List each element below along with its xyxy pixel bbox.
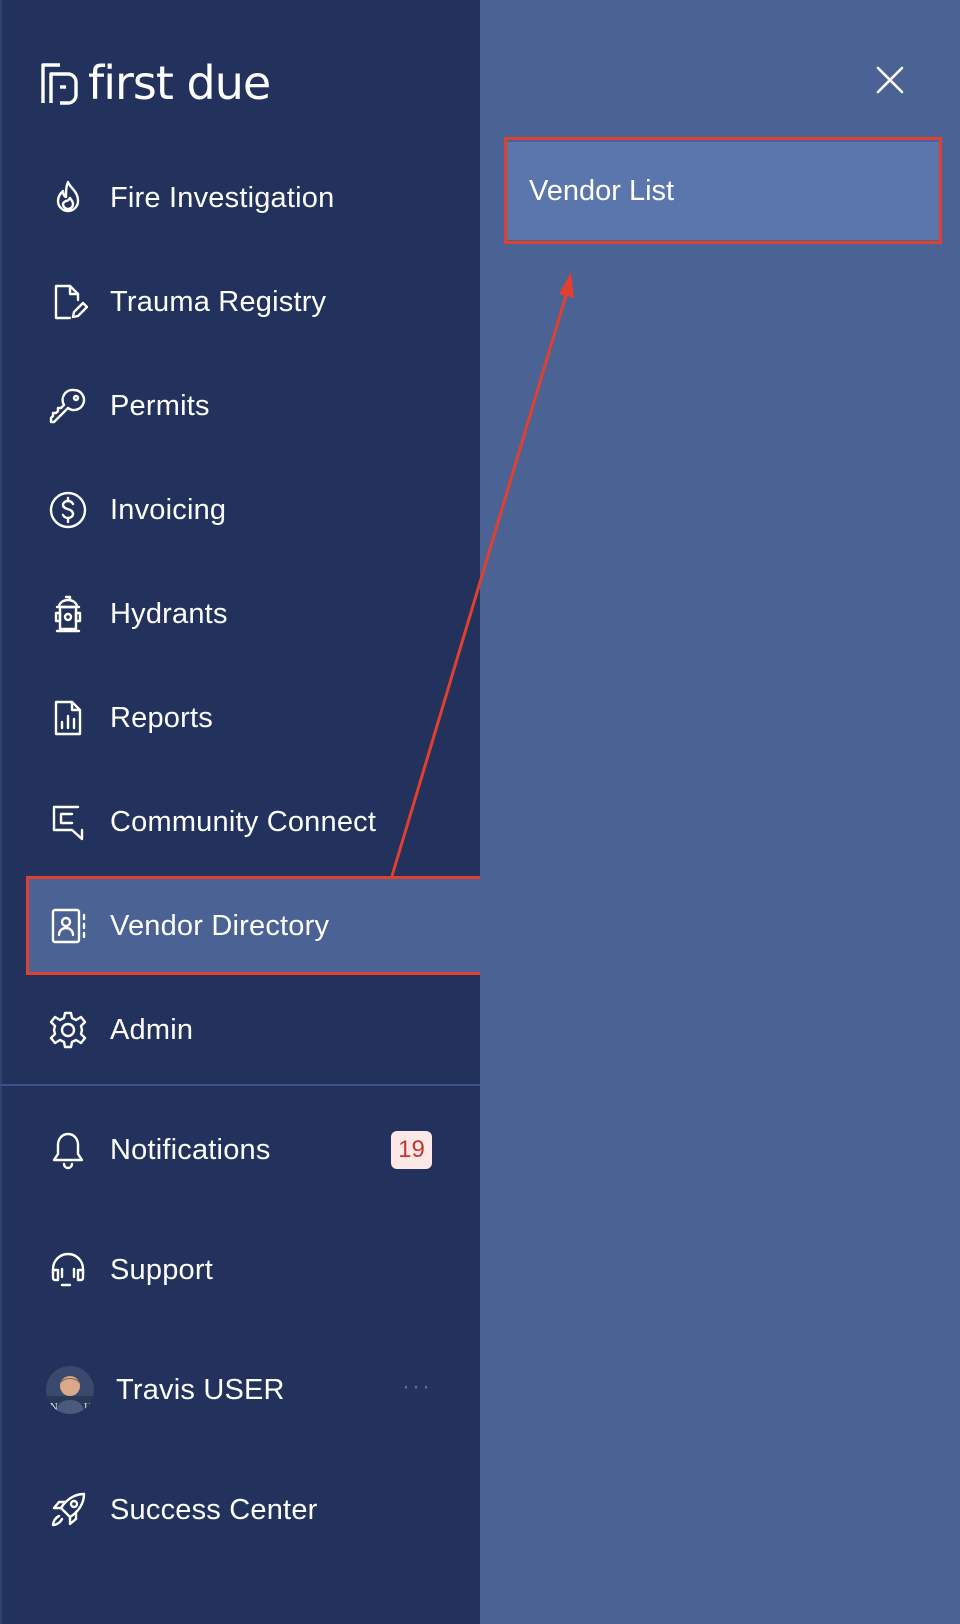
user-name: Travis USER <box>116 1373 285 1406</box>
gear-icon <box>46 1008 90 1052</box>
close-icon <box>876 66 904 94</box>
nav-item-permits[interactable]: Permits <box>28 358 480 454</box>
nav-item-fire-investigation[interactable]: Fire Investigation <box>28 150 480 246</box>
submenu-item-label: Vendor List <box>529 174 675 207</box>
brand-name: first due <box>88 56 271 110</box>
nav-label: Notifications <box>110 1133 271 1166</box>
nav-divider <box>0 1084 480 1086</box>
nav-item-community-connect[interactable]: Community Connect <box>28 774 480 870</box>
svg-text:U: U <box>84 1403 92 1413</box>
nav-item-hydrants[interactable]: Hydrants <box>28 566 480 662</box>
sidebar: first due Fire Investigation Trauma Regi… <box>0 0 483 1624</box>
close-button[interactable] <box>870 60 910 100</box>
submenu-item-vendor-list[interactable]: Vendor List <box>507 142 939 240</box>
bell-icon <box>46 1128 90 1172</box>
nav-label: Community Connect <box>110 805 377 838</box>
nav-item-success-center[interactable]: Success Center <box>28 1462 480 1558</box>
headset-icon <box>46 1248 90 1292</box>
nav-item-support[interactable]: Support <box>28 1222 480 1318</box>
report-chart-icon <box>46 696 90 740</box>
nav-label: Permits <box>110 389 210 422</box>
sidebar-edge <box>0 0 2 1624</box>
contact-book-icon <box>46 904 90 948</box>
first-due-logo-icon <box>41 63 78 105</box>
nav-item-invoicing[interactable]: Invoicing <box>28 462 480 558</box>
submenu-panel <box>480 0 960 1624</box>
nav-label: Trauma Registry <box>110 285 327 318</box>
notification-count-badge: 19 <box>391 1131 432 1169</box>
nav-item-admin[interactable]: Admin <box>28 982 480 1078</box>
nav-label: Invoicing <box>110 493 227 526</box>
nav-label: Fire Investigation <box>110 181 335 214</box>
avatar: N U <box>46 1366 94 1414</box>
nav-item-reports[interactable]: Reports <box>28 670 480 766</box>
nav-item-trauma-registry[interactable]: Trauma Registry <box>28 254 480 350</box>
key-icon <box>46 384 90 428</box>
nav-label: Hydrants <box>110 597 228 630</box>
file-edit-icon <box>46 280 90 324</box>
svg-text:N: N <box>50 1403 58 1413</box>
user-more-options-icon[interactable]: ··· <box>402 1373 432 1401</box>
nav-label: Vendor Directory <box>110 909 330 942</box>
flame-icon <box>46 176 90 220</box>
brand-logo[interactable]: first due <box>40 56 271 110</box>
nav-label: Success Center <box>110 1493 318 1526</box>
nav-item-vendor-directory[interactable]: Vendor Directory <box>28 878 480 974</box>
nav-label: Support <box>110 1253 213 1286</box>
dollar-circle-icon <box>46 488 90 532</box>
nav-label: Admin <box>110 1013 194 1046</box>
community-connect-icon <box>46 800 90 844</box>
nav-label: Reports <box>110 701 213 734</box>
hydrant-icon <box>46 592 90 636</box>
rocket-icon <box>46 1488 90 1532</box>
